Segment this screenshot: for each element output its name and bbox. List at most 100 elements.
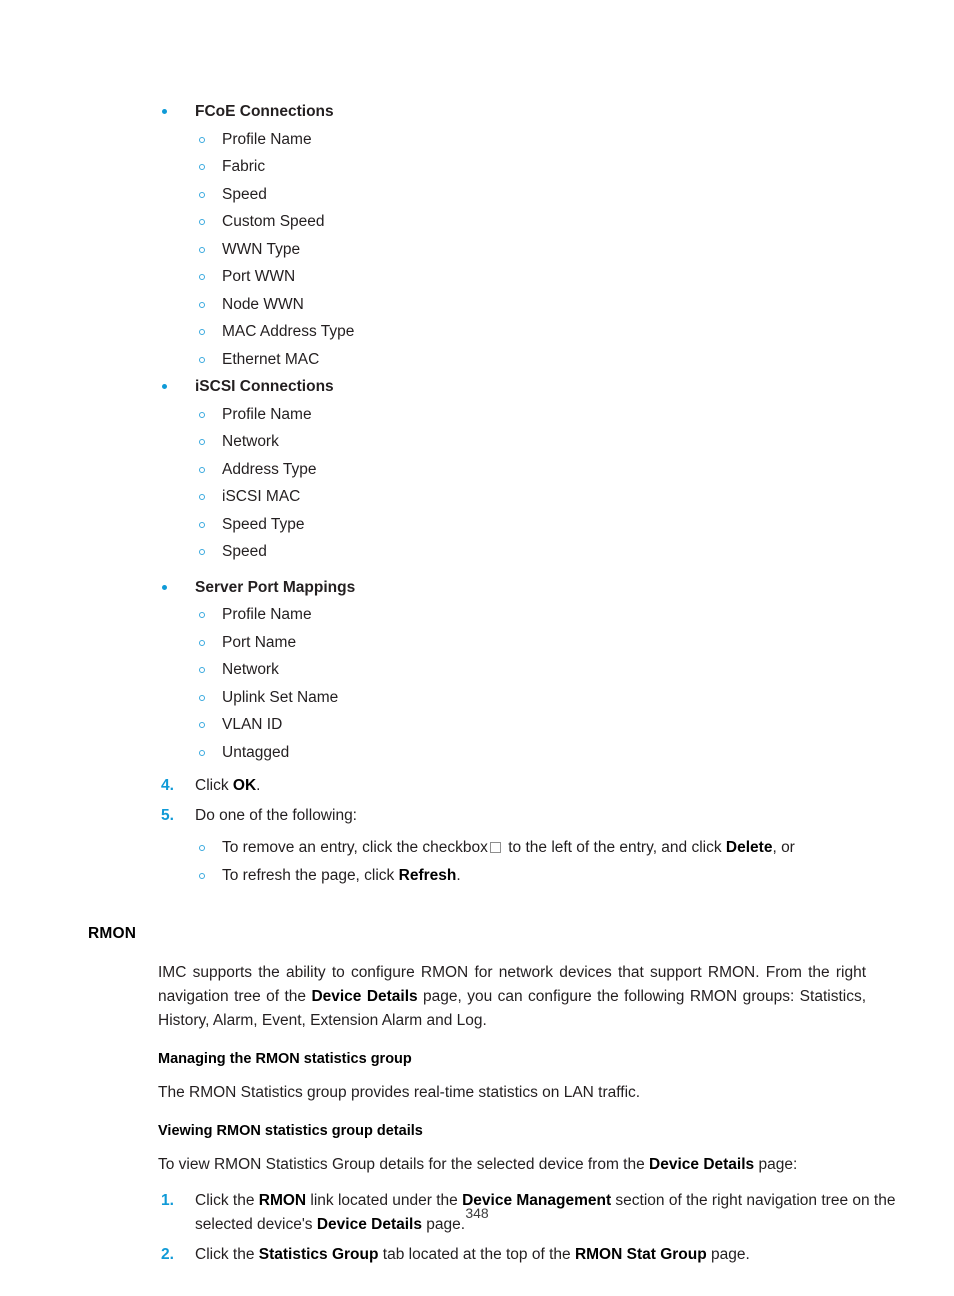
field-group-title: Server Port Mappings <box>195 578 356 596</box>
list-item: Port WWN <box>150 263 954 291</box>
field-label: WWN Type <box>222 240 301 258</box>
field-label: Profile Name <box>222 405 312 423</box>
bullet-ring-icon <box>199 639 205 646</box>
bullet-ring-icon <box>199 494 205 500</box>
rmon-stat-group-ref: RMON Stat Group <box>574 1246 707 1263</box>
bullet-ring-icon <box>199 301 205 308</box>
rmon-intro-paragraph: IMC supports the ability to configure RM… <box>158 964 866 1029</box>
bullet-ring-icon <box>199 136 205 143</box>
list-item: Network <box>150 656 954 684</box>
subsection-heading-managing-rmon-statistics-group: Managing the RMON statistics group <box>158 1051 412 1067</box>
field-label: Node WWN <box>222 295 304 313</box>
page-number: 348 <box>465 1205 489 1221</box>
bullet-ring-icon <box>199 694 205 701</box>
bullet-ring-icon <box>199 274 205 280</box>
list-item: WWN Type <box>150 236 954 264</box>
bullet-ring-icon <box>199 439 205 445</box>
step-text: Click the Statistics Group tab located a… <box>195 1246 750 1263</box>
field-group-heading-server-port-mappings: Server Port Mappings <box>150 574 954 602</box>
list-item: To refresh the page, click Refresh. <box>195 862 910 890</box>
list-item: Speed Type <box>150 511 954 539</box>
bullet-ring-icon <box>199 722 205 728</box>
list-item: Profile Name <box>150 126 954 154</box>
field-label: Profile Name <box>222 130 312 148</box>
step-4: 4. Click OK. <box>150 774 910 798</box>
rmon-statistics-paragraph: The RMON Statistics group provides real-… <box>158 1084 641 1101</box>
list-item: Node WWN <box>150 291 954 319</box>
subsection-heading-viewing-rmon-statistics-group-details: Viewing RMON statistics group details <box>158 1123 423 1139</box>
field-label: Custom Speed <box>222 213 325 230</box>
section-heading-rmon: RMON <box>88 925 137 942</box>
bullet-ring-icon <box>199 356 205 363</box>
bullet-ring-icon <box>199 667 205 673</box>
field-label: Untagged <box>222 743 290 761</box>
bullet-ring-icon <box>199 521 205 528</box>
field-label: Speed <box>222 543 267 560</box>
step-number: 5. <box>161 807 174 824</box>
bullet-ring-icon <box>199 191 205 198</box>
procedure-steps-rmon: 1. Click the RMON link located under the… <box>0 1189 954 1267</box>
field-group-title: FCoE Connections <box>195 103 334 120</box>
substep-text: To refresh the page, click Refresh. <box>222 866 461 884</box>
list-item: To remove an entry, click the checkbox t… <box>195 834 910 862</box>
list-item: Address Type <box>150 456 954 484</box>
list-item: Speed <box>150 181 954 209</box>
list-item: Profile Name <box>150 401 954 429</box>
field-list-fcoe: Profile Name Fabric Speed Custom Speed W… <box>0 126 954 374</box>
field-group-heading-iscsi: iSCSI Connections <box>150 373 954 401</box>
substep-text: To remove an entry, click the checkbox t… <box>222 839 795 856</box>
bullet-ring-icon <box>199 246 205 253</box>
field-group-heading-fcoe: FCoE Connections <box>150 98 954 126</box>
list-item: Speed <box>150 538 954 566</box>
field-label: VLAN ID <box>222 716 283 733</box>
list-item: VLAN ID <box>150 711 954 739</box>
bullet-dot-icon <box>162 109 167 114</box>
field-label: Ethernet MAC <box>222 350 320 368</box>
checkbox-icon <box>489 842 501 853</box>
list-item: Port Name <box>150 629 954 657</box>
device-details-ref: Device Details <box>311 988 418 1005</box>
field-label: Speed <box>222 185 267 203</box>
field-label: Port WWN <box>222 268 296 285</box>
field-label: MAC Address Type <box>222 323 355 340</box>
procedure-steps-upper: 4. Click OK. 5. Do one of the following:… <box>0 774 954 889</box>
list-item: Ethernet MAC <box>150 346 954 374</box>
field-label: Fabric <box>222 158 266 175</box>
field-label: Uplink Set Name <box>222 688 339 706</box>
refresh-button-ref: Refresh <box>398 866 457 884</box>
field-label: iSCSI MAC <box>222 488 301 505</box>
bullet-ring-icon <box>199 164 205 170</box>
list-item: Uplink Set Name <box>150 684 954 712</box>
document-page: FCoE Connections Profile Name Fabric Spe… <box>0 0 954 1296</box>
list-item: MAC Address Type <box>150 318 954 346</box>
field-label: Speed Type <box>222 515 305 533</box>
bullet-ring-icon <box>199 845 205 851</box>
delete-button-ref: Delete <box>725 839 773 856</box>
field-group-list: iSCSI Connections <box>0 373 954 401</box>
field-group-title: iSCSI Connections <box>195 378 334 395</box>
step-number: 4. <box>161 777 174 794</box>
bullet-ring-icon <box>199 219 205 225</box>
step-5-substeps: To remove an entry, click the checkbox t… <box>195 834 910 889</box>
list-item: Fabric <box>150 153 954 181</box>
ok-button-ref: OK <box>232 777 257 794</box>
device-details-ref: Device Details <box>649 1156 755 1173</box>
bullet-ring-icon <box>199 612 205 618</box>
field-group-list: FCoE Connections <box>0 98 954 126</box>
bullet-dot-icon <box>162 584 167 590</box>
list-item: Network <box>150 428 954 456</box>
field-label: Network <box>222 661 279 678</box>
rmon-view-lead-paragraph: To view RMON Statistics Group details fo… <box>158 1156 798 1173</box>
list-item: Custom Speed <box>150 208 954 236</box>
list-item: iSCSI MAC <box>150 483 954 511</box>
list-item: Profile Name <box>150 601 954 629</box>
list-item: Untagged <box>150 739 954 767</box>
field-label: Network <box>222 433 279 450</box>
field-group-list: Server Port Mappings <box>0 574 954 602</box>
field-label: Profile Name <box>222 606 312 623</box>
field-label: Port Name <box>222 633 297 651</box>
bullet-dot-icon <box>162 384 167 389</box>
statistics-group-tab-ref: Statistics Group <box>258 1246 379 1263</box>
bullet-ring-icon <box>199 411 205 418</box>
bullet-ring-icon <box>199 872 205 879</box>
